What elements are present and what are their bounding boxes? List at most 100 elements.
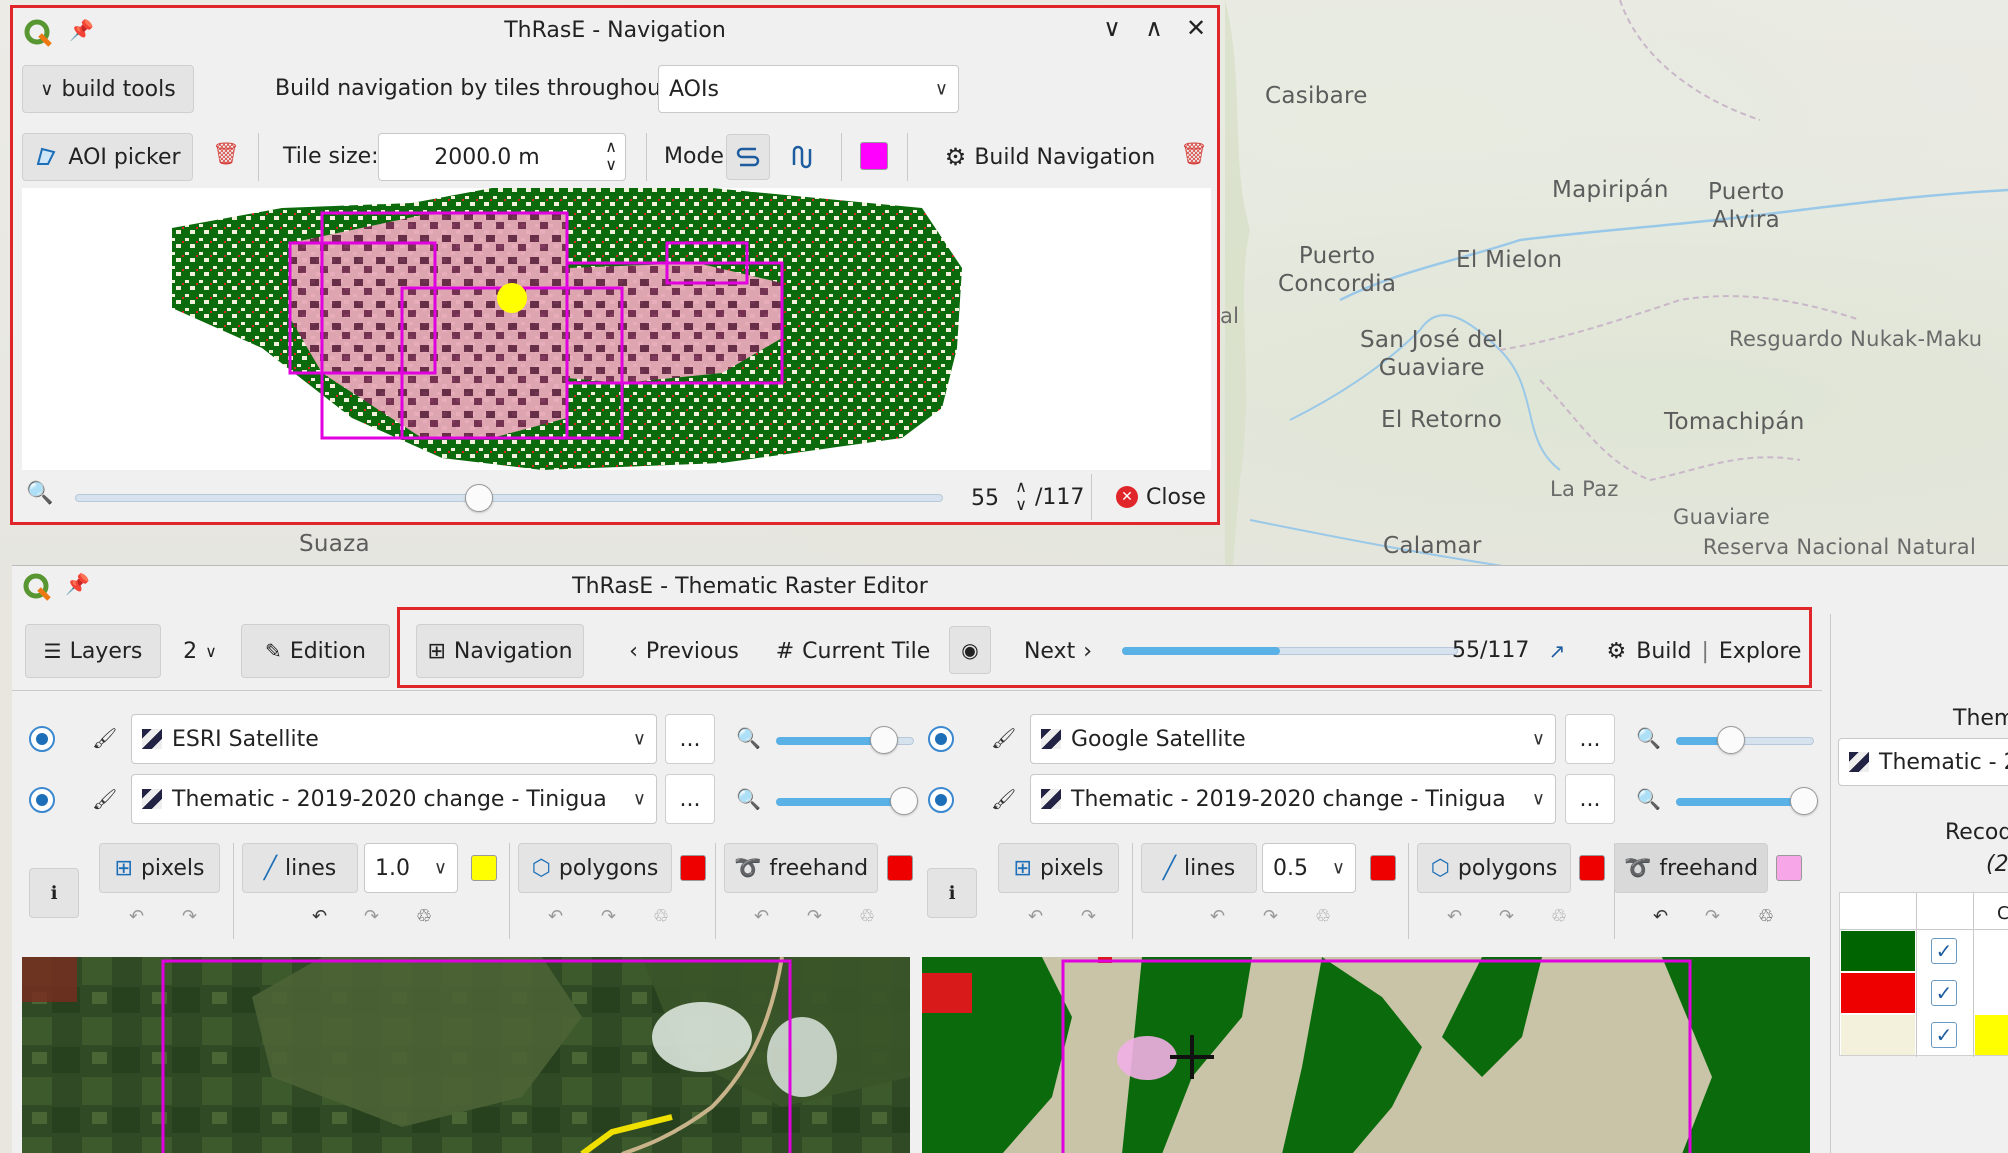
spin-arrows-icon[interactable]: ∧ ∨ [605, 138, 617, 174]
view1-layer2-combo[interactable]: Thematic - 2019-2020 change - Tinigua ∨ [131, 774, 657, 824]
zoom-layer-icon[interactable]: 🔍 [1636, 726, 1661, 750]
zoom-layer-icon[interactable]: 🔍 [736, 726, 761, 750]
close-window-icon[interactable]: ✕ [1181, 14, 1211, 42]
clear-icon[interactable]: ♲ [416, 906, 432, 927]
view1-line-width-combo[interactable]: 1.0 ∨ [364, 843, 458, 893]
build-by-combo[interactable]: AOIs ∨ [658, 65, 959, 113]
view1-lines-color-swatch[interactable] [471, 855, 497, 881]
undo-icon[interactable]: ↶ [548, 906, 563, 927]
redo-icon[interactable]: ↷ [182, 906, 197, 927]
thematic-layer-combo[interactable]: Thematic - 20 [1838, 738, 2008, 786]
paint-brush-icon[interactable]: 🖌 [991, 787, 1016, 811]
redo-icon[interactable]: ↷ [1499, 906, 1514, 927]
zoom-to-aoi-icon[interactable]: ↗ [1542, 636, 1572, 666]
edition-button[interactable]: ✎ Edition [241, 624, 390, 678]
next-button[interactable]: Next › [1010, 624, 1106, 678]
tile-slider-handle[interactable] [464, 484, 493, 512]
recode-row-0-checkbox[interactable]: ✓ [1931, 938, 1957, 964]
zoom-to-tile-icon[interactable]: 🔍 [25, 478, 55, 508]
tile-spinbox[interactable]: 55 ∧ ∨ [943, 476, 1035, 520]
zoom-layer-icon[interactable]: 🔍 [1636, 787, 1661, 811]
view2-layer2-options-button[interactable]: ... [1565, 774, 1615, 824]
view1-polygons-color-swatch[interactable] [680, 855, 706, 881]
view1-map-canvas[interactable] [22, 957, 910, 1153]
undo-icon[interactable]: ↶ [1447, 906, 1462, 927]
clear-icon[interactable]: ♲ [1551, 906, 1567, 927]
paint-brush-icon[interactable]: 🖌 [92, 787, 117, 811]
mode-horizontal-button[interactable] [726, 134, 770, 180]
navigation-button[interactable]: ⊞ Navigation [416, 624, 584, 678]
view1-layer1-radio[interactable] [29, 726, 55, 752]
trash-aoi-icon[interactable]: 🗑 [212, 142, 240, 167]
paint-brush-icon[interactable]: 🖌 [92, 726, 117, 750]
redo-icon[interactable]: ↷ [1081, 906, 1096, 927]
build-explore-button[interactable]: ⚙ Build | Explore [1599, 624, 1809, 678]
view2-polygons-button[interactable]: ⬡ polygons [1417, 843, 1571, 893]
view1-pixels-button[interactable]: ⊞ pixels [99, 843, 220, 893]
mode-vertical-button[interactable] [780, 134, 824, 180]
view2-lines-color-swatch[interactable] [1370, 855, 1396, 881]
maximize-icon[interactable]: ∧ [1139, 14, 1169, 42]
view1-freehand-button[interactable]: ➰ freehand [724, 843, 878, 893]
redo-icon[interactable]: ↷ [1263, 906, 1278, 927]
aoi-preview-canvas[interactable] [22, 188, 1211, 470]
close-button[interactable]: ✕ Close [1111, 474, 1211, 520]
recode-row-1-new-color[interactable] [1975, 973, 2008, 1013]
zoom-layer-icon[interactable]: 🔍 [736, 787, 761, 811]
undo-icon[interactable]: ↶ [1028, 906, 1043, 927]
tile-size-spinbox[interactable]: 2000.0 m ∧ ∨ [378, 133, 626, 181]
undo-icon[interactable]: ↶ [312, 906, 327, 927]
spin-arrows-icon[interactable]: ∧ ∨ [1015, 478, 1027, 514]
view1-layer1-opacity-handle[interactable] [869, 726, 898, 754]
aoi-picker-button[interactable]: AOI picker [22, 133, 193, 181]
view2-freehand-button[interactable]: ➰ freehand [1614, 843, 1768, 893]
view2-layer1-combo[interactable]: Google Satellite ∨ [1030, 714, 1556, 764]
tile-slider-track[interactable] [75, 494, 943, 502]
redo-icon[interactable]: ↷ [601, 906, 616, 927]
toggle-tile-visibility-button[interactable]: ◉ [949, 626, 991, 674]
view1-layer2-options-button[interactable]: ... [665, 774, 715, 824]
recode-row-2-new-color[interactable] [1975, 1015, 2008, 1055]
view1-freehand-color-swatch[interactable] [887, 855, 913, 881]
layers-button[interactable]: ☰ Layers [25, 624, 161, 678]
view1-layer2-radio[interactable] [29, 787, 55, 813]
clear-icon[interactable]: ♲ [859, 906, 875, 927]
view2-polygons-color-swatch[interactable] [1579, 855, 1605, 881]
view2-line-width-combo[interactable]: 0.5 ∨ [1262, 843, 1356, 893]
view2-layer2-combo[interactable]: Thematic - 2019-2020 change - Tinigua ∨ [1030, 774, 1556, 824]
view2-freehand-color-swatch[interactable] [1776, 855, 1802, 881]
layers-count-combo[interactable]: 2 ∨ [170, 624, 230, 678]
redo-icon[interactable]: ↷ [1705, 906, 1720, 927]
build-navigation-button[interactable]: ⚙ Build Navigation [939, 133, 1161, 181]
undo-icon[interactable]: ↶ [1210, 906, 1225, 927]
view1-lines-button[interactable]: ╱ lines [242, 843, 358, 893]
build-tools-button[interactable]: ∨ build tools [22, 65, 194, 113]
clear-icon[interactable]: ♲ [1758, 906, 1774, 927]
trash-navigation-icon[interactable]: 🗑 [1180, 142, 1208, 167]
view2-pixels-button[interactable]: ⊞ pixels [998, 843, 1119, 893]
redo-icon[interactable]: ↷ [807, 906, 822, 927]
view2-layer1-opacity-handle[interactable] [1717, 726, 1746, 754]
clear-icon[interactable]: ♲ [653, 906, 669, 927]
paint-brush-icon[interactable]: 🖌 [991, 726, 1016, 750]
previous-button[interactable]: ‹ Previous [616, 624, 752, 678]
clear-icon[interactable]: ♲ [1315, 906, 1331, 927]
view1-pick-info-button[interactable]: ℹ [29, 868, 79, 918]
view2-layer2-opacity-handle[interactable] [1790, 787, 1819, 815]
recode-row-1-checkbox[interactable]: ✓ [1931, 980, 1957, 1006]
view1-layer2-opacity-handle[interactable] [890, 787, 919, 815]
view1-polygons-button[interactable]: ⬡ polygons [518, 843, 672, 893]
view2-lines-button[interactable]: ╱ lines [1141, 843, 1257, 893]
view2-layer1-options-button[interactable]: ... [1565, 714, 1615, 764]
recode-row-2-checkbox[interactable]: ✓ [1931, 1022, 1957, 1048]
view2-layer1-radio[interactable] [928, 726, 954, 752]
current-tile-button[interactable]: # Current Tile [772, 624, 934, 678]
view2-layer2-radio[interactable] [928, 787, 954, 813]
minimize-icon[interactable]: ∨ [1097, 14, 1127, 42]
redo-icon[interactable]: ↷ [364, 906, 379, 927]
view2-map-canvas[interactable] [922, 957, 1810, 1153]
undo-icon[interactable]: ↶ [1653, 906, 1668, 927]
tile-color-swatch[interactable] [860, 142, 888, 170]
view2-pick-info-button[interactable]: ℹ [927, 868, 977, 918]
view1-layer1-options-button[interactable]: ... [665, 714, 715, 764]
